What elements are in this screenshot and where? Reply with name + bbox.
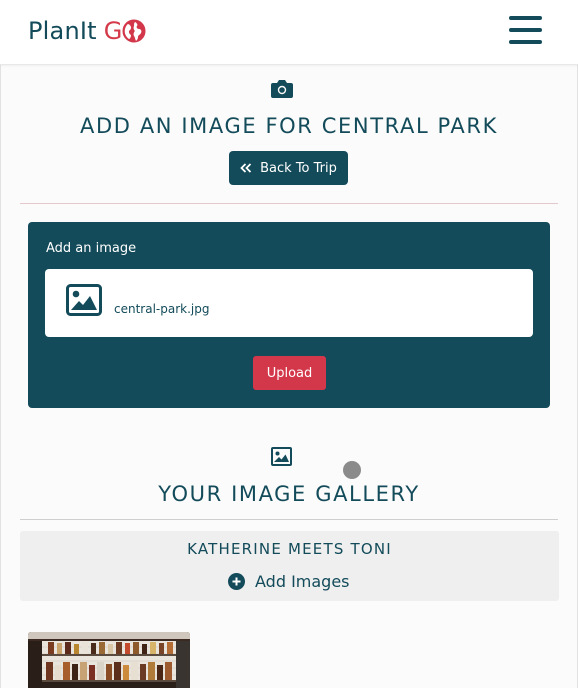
image-icon	[66, 284, 102, 316]
top-navbar: PlanIt G	[0, 0, 578, 65]
section-divider	[20, 203, 558, 204]
album-title: KATHERINE MEETS TONI	[187, 540, 392, 558]
cursor-indicator	[343, 461, 361, 479]
album-card: KATHERINE MEETS TONI Add Images	[20, 531, 559, 601]
gallery-title: YOUR IMAGE GALLERY	[158, 482, 420, 506]
upload-button[interactable]: Upload	[253, 356, 326, 390]
gallery-divider	[20, 519, 558, 520]
bar-shelf-photo	[28, 632, 190, 688]
add-image-label: Add an image	[46, 241, 137, 256]
back-to-trip-label: Back To Trip	[260, 160, 337, 176]
page-edge-left	[0, 0, 1, 688]
file-input[interactable]: central-park.jpg	[45, 269, 533, 337]
add-images-button[interactable]: Add Images	[228, 572, 350, 591]
gallery-image-icon	[271, 447, 292, 466]
add-images-label: Add Images	[255, 572, 350, 591]
gallery-thumbnail[interactable]	[28, 632, 190, 688]
globe-icon	[122, 19, 146, 43]
brand-text: PlanIt	[28, 17, 97, 45]
camera-icon	[271, 80, 293, 98]
selected-file-name: central-park.jpg	[114, 302, 210, 316]
upload-form: Add an image central-park.jpg Upload	[28, 222, 550, 408]
hamburger-menu-icon[interactable]	[509, 16, 542, 45]
brand-g-letter: G	[103, 17, 123, 45]
double-chevron-left-icon	[240, 163, 252, 173]
plus-circle-icon	[228, 573, 245, 590]
page-title: ADD AN IMAGE FOR CENTRAL PARK	[80, 114, 498, 138]
brand-logo[interactable]: PlanIt G	[28, 15, 146, 47]
back-to-trip-button[interactable]: Back To Trip	[229, 151, 348, 185]
